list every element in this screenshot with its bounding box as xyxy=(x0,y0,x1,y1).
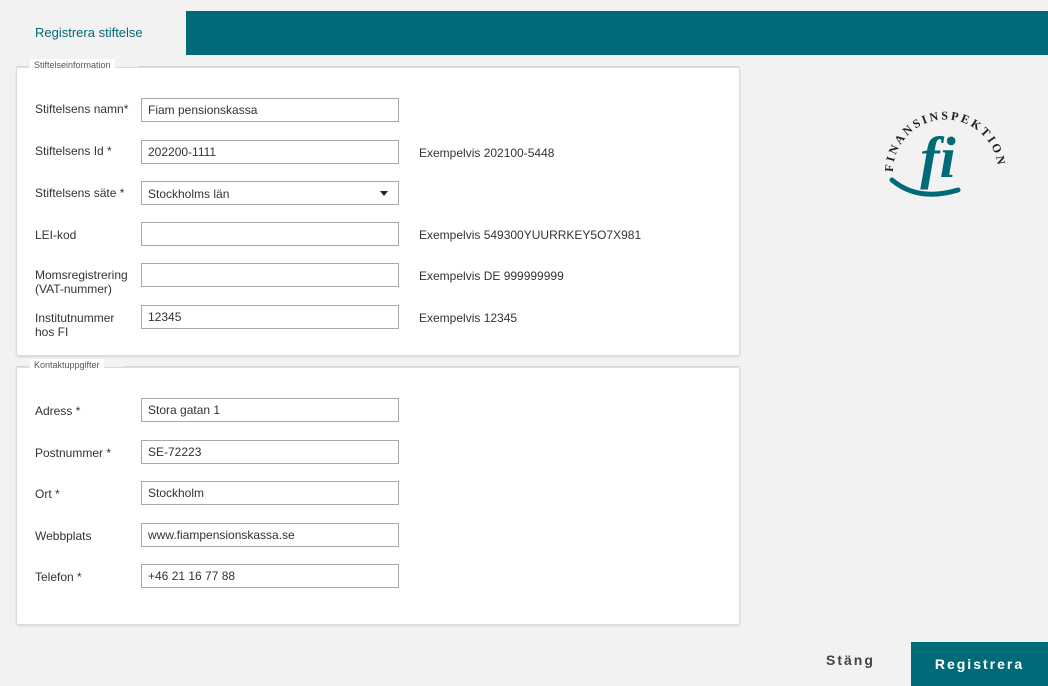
institute-number-input[interactable] xyxy=(141,305,399,329)
postal-code-input[interactable] xyxy=(141,440,399,464)
close-button[interactable]: Stäng xyxy=(826,652,875,668)
address-label: Adress * xyxy=(35,404,81,418)
tab-registrera-stiftelse[interactable]: Registrera stiftelse xyxy=(8,11,186,56)
lei-input[interactable] xyxy=(141,222,399,246)
postal-code-label: Postnummer * xyxy=(35,446,112,460)
phone-input[interactable] xyxy=(141,564,399,588)
foundation-id-label: Stiftelsens Id * xyxy=(35,144,112,158)
contact-info-legend: Kontaktuppgifter xyxy=(30,359,104,371)
foundation-seat-select[interactable]: Stockholms län xyxy=(141,181,399,205)
legend-divider xyxy=(16,366,28,367)
foundation-seat-value: Stockholms län xyxy=(148,187,230,201)
foundation-name-label: Stiftelsens namn* xyxy=(35,102,129,116)
foundation-id-hint: Exempelvis 202100-5448 xyxy=(419,146,555,160)
fi-logo-icon: FINANSINSPEKTIONEN fi xyxy=(878,80,1006,197)
legend-divider xyxy=(138,66,740,67)
foundation-id-input[interactable] xyxy=(141,140,399,164)
address-input[interactable] xyxy=(141,398,399,422)
vat-label: Momsregistrering (VAT-nummer) xyxy=(35,268,128,296)
foundation-name-input[interactable] xyxy=(141,98,399,122)
city-label: Ort * xyxy=(35,487,60,501)
vat-hint: Exempelvis DE 999999999 xyxy=(419,269,564,283)
lei-label: LEI-kod xyxy=(35,228,77,242)
logo-mark: fi xyxy=(920,125,955,190)
legend-divider xyxy=(16,66,28,67)
institute-number-hint: Exempelvis 12345 xyxy=(419,311,518,325)
phone-label: Telefon * xyxy=(35,570,82,584)
register-button[interactable]: Registrera xyxy=(911,642,1048,686)
foundation-info-legend: Stiftelseinformation xyxy=(30,59,115,71)
foundation-seat-label: Stiftelsens säte * xyxy=(35,186,125,200)
institute-number-label: Institutnummer hos FI xyxy=(35,311,115,339)
chevron-down-icon xyxy=(380,191,388,196)
vat-input[interactable] xyxy=(141,263,399,287)
lei-hint: Exempelvis 549300YUURRKEY5O7X981 xyxy=(419,228,642,242)
website-label: Webbplats xyxy=(35,529,92,543)
legend-divider xyxy=(124,366,740,367)
city-input[interactable] xyxy=(141,481,399,505)
website-input[interactable] xyxy=(141,523,399,547)
